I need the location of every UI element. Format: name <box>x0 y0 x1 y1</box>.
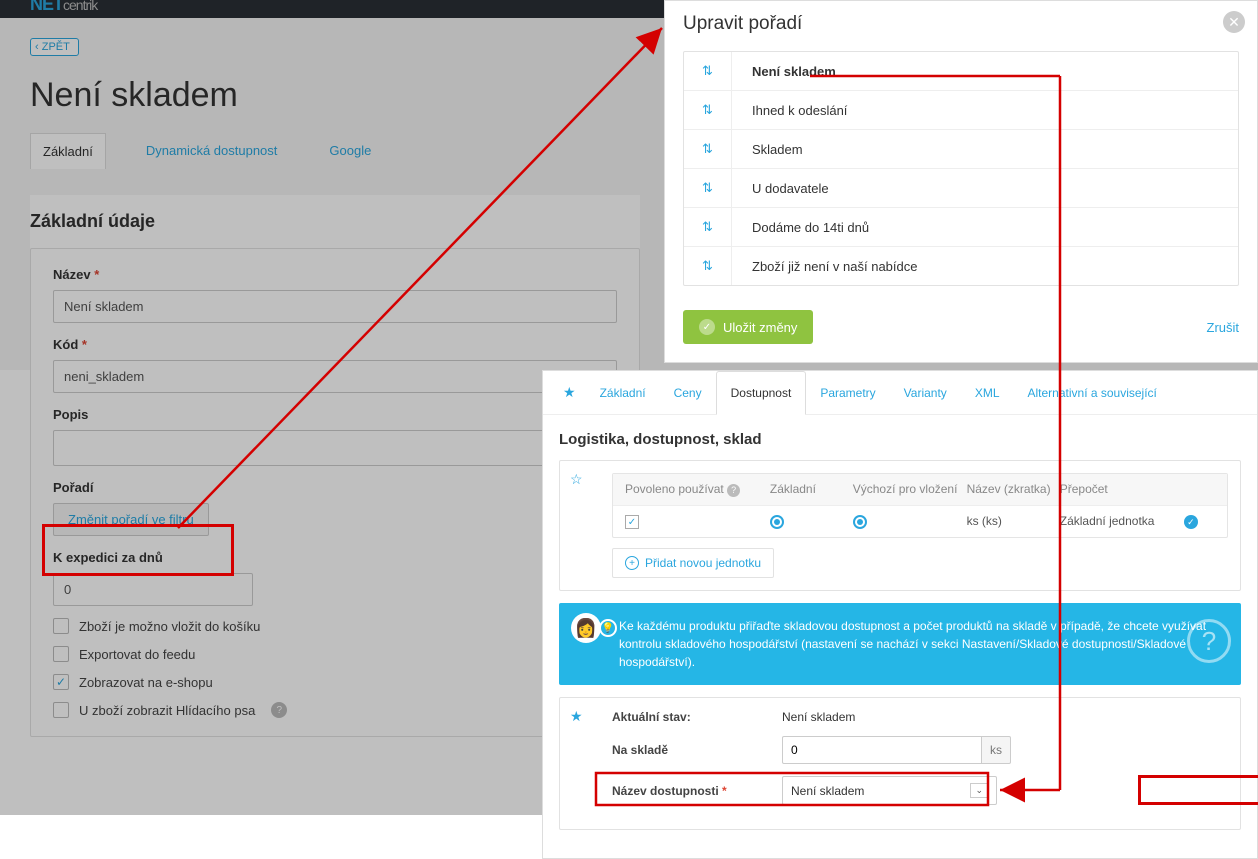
product-panel: ★ Základní Ceny Dostupnost Parametry Var… <box>542 370 1258 859</box>
sort-item[interactable]: ⇅Není skladem <box>684 52 1238 91</box>
label-nazev: Název * <box>53 267 617 282</box>
bulb-icon: 💡 <box>599 619 617 637</box>
label-poradi: Pořadí <box>53 480 617 495</box>
chevron-down-icon: ⌄ <box>970 783 988 798</box>
close-icon[interactable]: ✕ <box>1223 11 1245 33</box>
section-heading: Logistika, dostupnost, sklad <box>559 431 1241 448</box>
input-kod[interactable] <box>53 360 617 393</box>
sort-item[interactable]: ⇅Zboží již není v naší nabídce <box>684 247 1238 285</box>
add-unit-button[interactable]: +Přidat novou jednotku <box>612 548 774 578</box>
save-button[interactable]: ✓Uložit změny <box>683 310 813 344</box>
sort-item[interactable]: ⇅Dodáme do 14ti dnů <box>684 208 1238 247</box>
col-povoleno: Povoleno používat ? <box>625 482 770 497</box>
section-title: Základní údaje <box>30 195 640 248</box>
label-kod: Kód * <box>53 337 617 352</box>
input-expedice[interactable] <box>53 573 253 606</box>
col-prepocet: Přepočet <box>1060 482 1184 496</box>
unit-prepocet: Základní jednotka <box>1060 514 1184 528</box>
sort-item[interactable]: ⇅U dodavatele <box>684 169 1238 208</box>
sort-item[interactable]: ⇅Ihned k odeslání <box>684 91 1238 130</box>
tab-alternativni[interactable]: Alternativní a související <box>1014 372 1171 414</box>
drag-handle-icon[interactable]: ⇅ <box>684 208 732 246</box>
check-hlidaci-pes[interactable]: U zboží zobrazit Hlídacího psa? <box>53 702 617 718</box>
tab-zakladni2[interactable]: Základní <box>586 372 660 414</box>
modal-title: Upravit pořadí <box>683 13 1239 35</box>
label-na-sklade: Na skladě <box>612 743 782 757</box>
change-order-button[interactable]: Změnit pořadí ve filtru <box>53 503 209 536</box>
radio-zakladni[interactable] <box>770 515 784 529</box>
input-na-sklade[interactable] <box>782 736 982 764</box>
star-icon[interactable]: ★ <box>553 374 586 411</box>
label-aktualni-stav: Aktuální stav: <box>612 710 782 724</box>
page-title: Není skladem <box>30 76 630 115</box>
drag-handle-icon[interactable]: ⇅ <box>684 130 732 168</box>
star-icon[interactable]: ☆ <box>570 471 583 488</box>
sort-list: ⇅Není skladem ⇅Ihned k odeslání ⇅Skladem… <box>683 51 1239 286</box>
cancel-link[interactable]: Zrušit <box>1207 320 1240 335</box>
tab-dynamicka[interactable]: Dynamická dostupnost <box>134 133 290 169</box>
units-table: Povoleno používat ? Základní Výchozí pro… <box>612 473 1228 538</box>
tab-ceny[interactable]: Ceny <box>660 372 716 414</box>
label-expedice: K expedici za dnů <box>53 550 617 565</box>
star-icon[interactable]: ★ <box>570 708 583 725</box>
input-popis[interactable] <box>53 430 617 466</box>
avatar-icon: 👩 <box>571 613 601 643</box>
col-vychozi: Výchozí pro vložení <box>853 482 967 496</box>
sort-item[interactable]: ⇅Skladem <box>684 130 1238 169</box>
drag-handle-icon[interactable]: ⇅ <box>684 169 732 207</box>
app-logo: NETcentrik <box>30 0 97 15</box>
back-button[interactable]: ‹ ZPĚT <box>30 38 79 56</box>
check-kosik[interactable]: Zboží je možno vložit do košíku <box>53 618 617 634</box>
tab-google[interactable]: Google <box>317 133 383 169</box>
tab-zakladni[interactable]: Základní <box>30 133 106 169</box>
order-modal: ✕ Upravit pořadí ⇅Není skladem ⇅Ihned k … <box>664 0 1258 363</box>
tab-xml[interactable]: XML <box>961 372 1014 414</box>
tab-parametry[interactable]: Parametry <box>806 372 889 414</box>
drag-handle-icon[interactable]: ⇅ <box>684 247 732 285</box>
tabs: Základní Dynamická dostupnost Google <box>30 133 630 169</box>
value-aktualni-stav: Není skladem <box>782 710 1228 724</box>
tab-varianty[interactable]: Varianty <box>890 372 961 414</box>
drag-handle-icon[interactable]: ⇅ <box>684 91 732 129</box>
table-row: ✓ ks (ks) Základní jednotka ✓ <box>613 505 1227 538</box>
col-nazev: Název (zkratka) <box>967 482 1060 496</box>
help-icon[interactable]: ? <box>1187 619 1231 663</box>
checkbox-povoleno[interactable]: ✓ <box>625 515 639 529</box>
check-icon: ✓ <box>1184 515 1198 529</box>
label-popis: Popis <box>53 407 617 422</box>
col-zakladni: Základní <box>770 482 853 496</box>
label-nazev-dostupnosti: Název dostupnosti * <box>612 784 782 798</box>
unit-name: ks (ks) <box>967 514 1060 528</box>
help-icon[interactable]: ? <box>271 702 287 718</box>
check-eshop[interactable]: ✓Zobrazovat na e-shopu <box>53 674 617 690</box>
info-banner: 👩 💡 Ke každému produktu přiřaďte skladov… <box>559 603 1241 685</box>
input-nazev[interactable] <box>53 290 617 323</box>
select-nazev-dostupnosti[interactable]: Není skladem ⌄ <box>782 776 997 805</box>
drag-handle-icon[interactable]: ⇅ <box>684 52 732 90</box>
tab-dostupnost[interactable]: Dostupnost <box>716 371 807 415</box>
unit-label: ks <box>982 736 1011 764</box>
check-feed[interactable]: Exportovat do feedu <box>53 646 617 662</box>
radio-vychozi[interactable] <box>853 515 867 529</box>
